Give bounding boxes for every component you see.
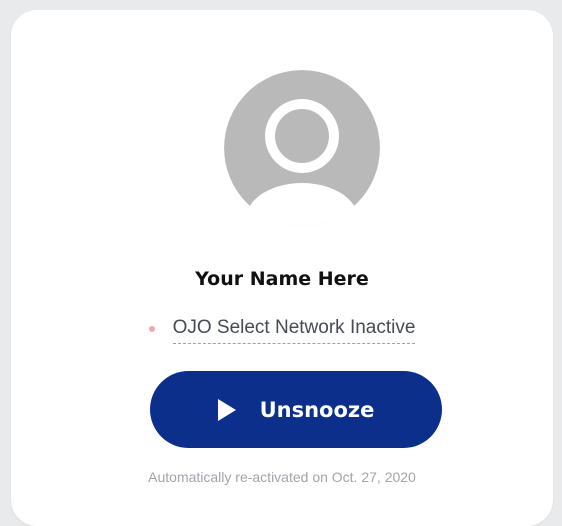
unsnooze-button[interactable]: Unsnooze — [150, 371, 442, 448]
profile-card: Your Name Here OJO Select Network Inacti… — [11, 10, 553, 526]
network-status-label[interactable]: OJO Select Network Inactive — [172, 317, 416, 344]
play-icon — [217, 398, 236, 421]
profile-name: Your Name Here — [195, 268, 369, 290]
unsnooze-label: Unsnooze — [259, 397, 375, 422]
status-dot-icon — [148, 325, 155, 332]
network-status: OJO Select Network Inactive — [11, 317, 553, 344]
reactivation-note: Automatically re-activated on Oct. 27, 2… — [148, 469, 416, 485]
avatar-icon — [224, 70, 380, 226]
